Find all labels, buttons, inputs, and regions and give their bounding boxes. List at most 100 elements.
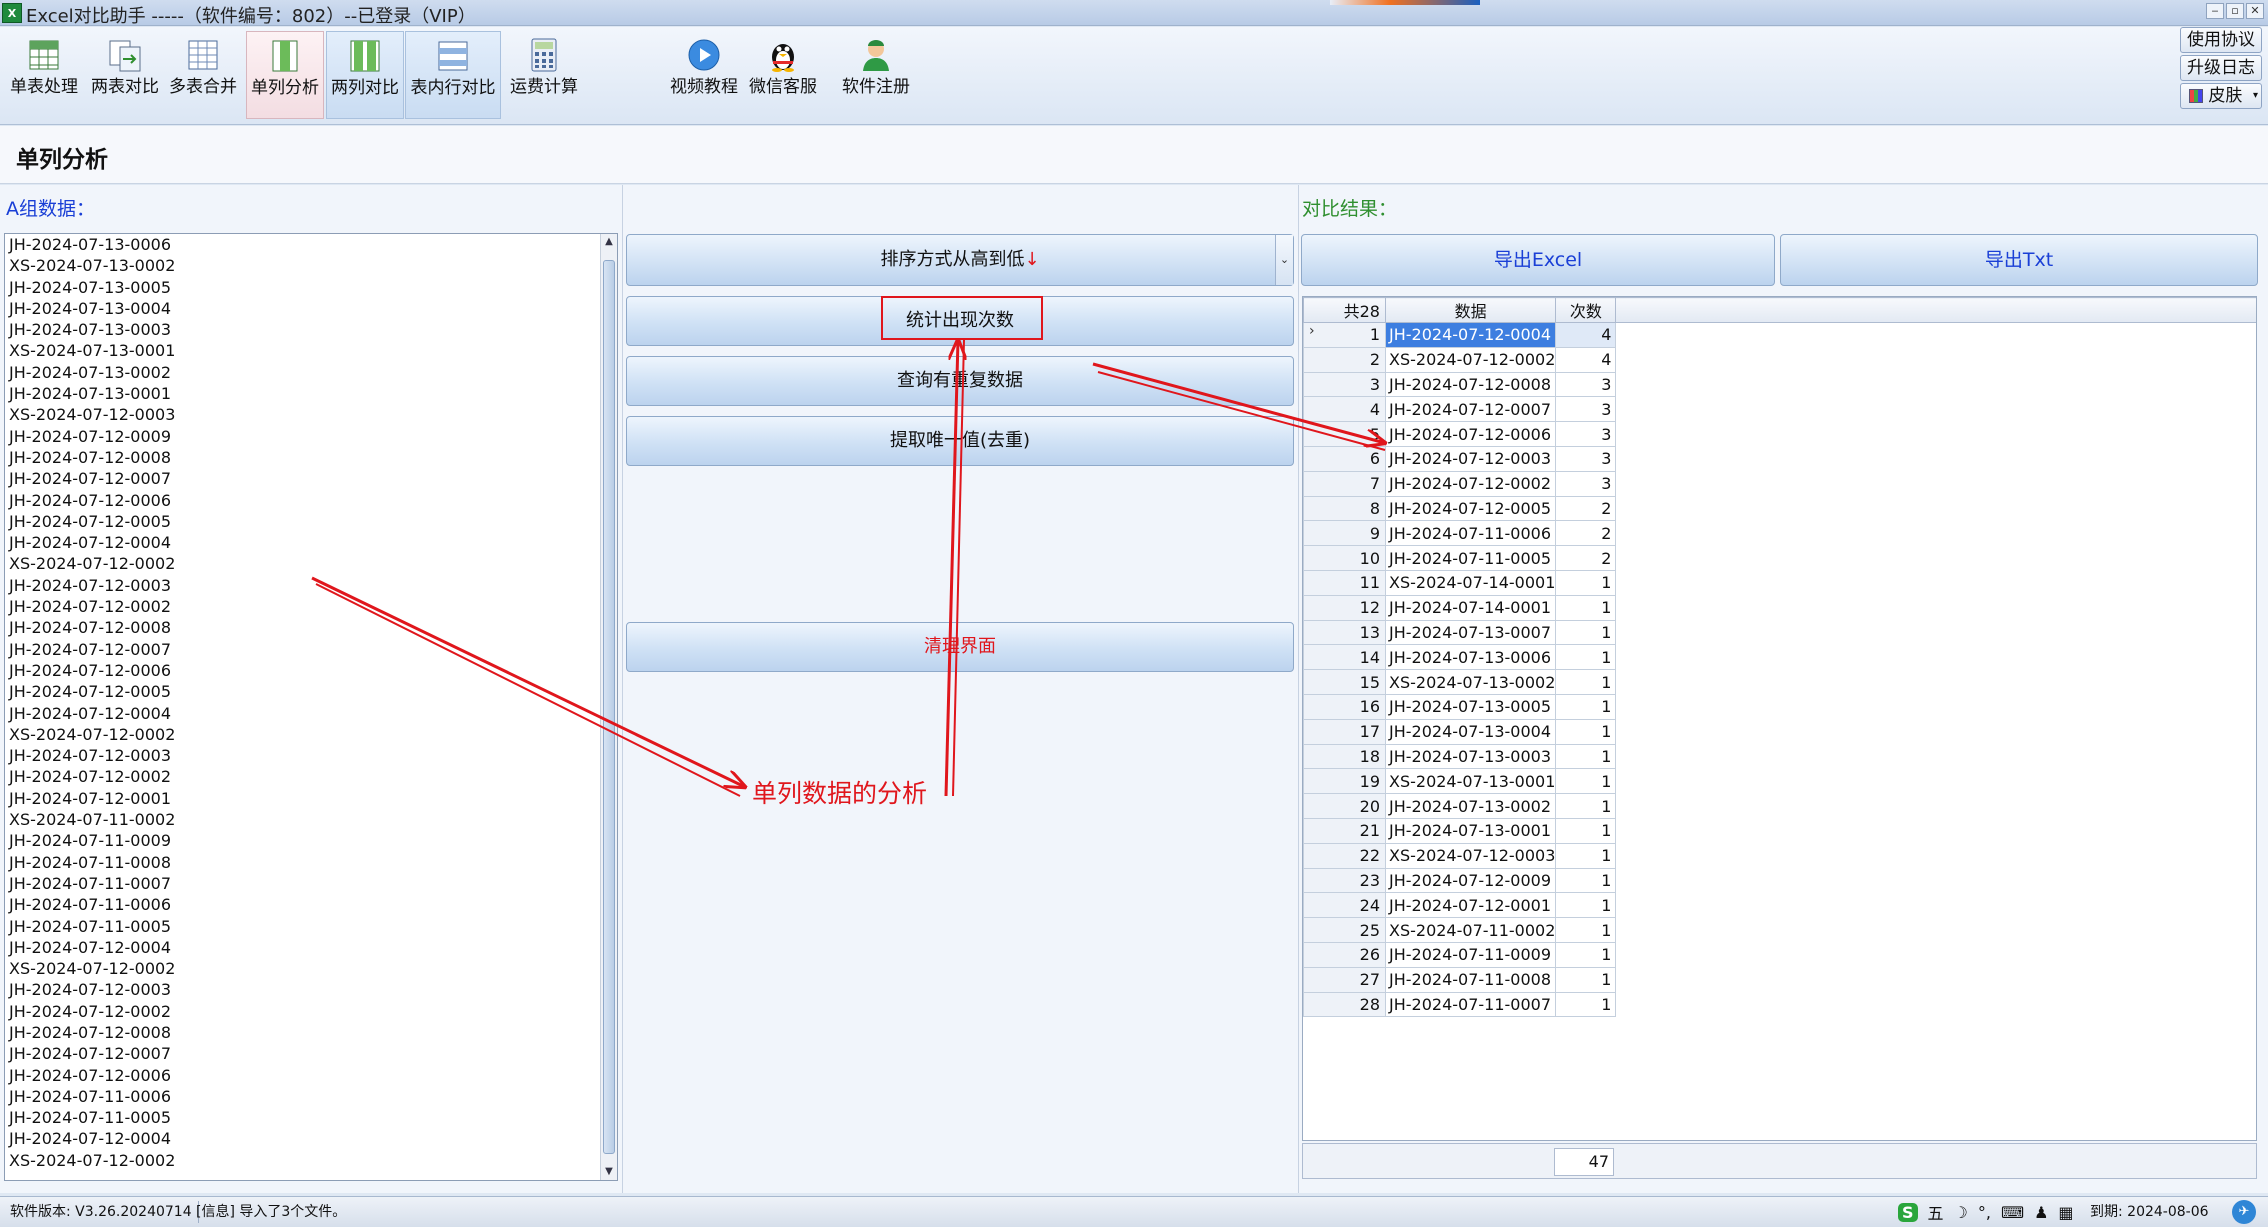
list-item[interactable]: JH-2024-07-13-0006 [5,234,617,255]
times-cell[interactable]: 1 [1555,867,1617,894]
times-cell[interactable]: 3 [1555,371,1617,398]
times-cell[interactable]: 1 [1555,768,1617,795]
list-item[interactable]: JH-2024-07-12-0004 [5,937,617,958]
times-cell[interactable]: 1 [1555,569,1617,596]
toolbar-single-column[interactable]: 单列分析 [246,31,324,119]
punctuation-icon[interactable]: °, [1978,1203,1991,1222]
data-cell[interactable]: JH-2024-07-13-0002 [1384,793,1557,819]
skin-button[interactable]: 皮肤 ▾ [2180,83,2262,109]
list-item[interactable]: JH-2024-07-12-0002 [5,596,617,617]
count-occurrences-button[interactable]: 统计出现次数 [626,296,1294,346]
row-number[interactable]: 17 [1303,718,1386,745]
data-cell[interactable]: JH-2024-07-13-0007 [1384,619,1557,646]
row-number[interactable]: 26 [1303,941,1386,968]
table-row[interactable]: 8 JH-2024-07-12-0005 2 [1303,495,2256,522]
minimize-button[interactable]: ‒ [2206,3,2224,19]
list-item[interactable]: JH-2024-07-12-0009 [5,426,617,447]
list-item[interactable]: JH-2024-07-12-0004 [5,1128,617,1149]
list-item[interactable]: JH-2024-07-12-0004 [5,532,617,553]
ime-mode[interactable]: 五 [1928,1200,1944,1224]
toolbar-software-register[interactable]: 软件注册 [836,31,916,119]
table-row[interactable]: 7 JH-2024-07-12-0002 3 [1303,470,2256,497]
row-number[interactable]: 10 [1303,545,1386,571]
toolbar-two-sheets[interactable]: 两表对比 [86,31,164,119]
data-cell[interactable]: JH-2024-07-12-0007 [1384,396,1557,423]
data-cell[interactable]: JH-2024-07-12-0004 [1384,322,1557,348]
help-icon[interactable]: ✈ [2232,1200,2256,1224]
row-number[interactable]: 25 [1303,917,1386,943]
table-row[interactable]: 14 JH-2024-07-13-0006 1 [1303,644,2256,671]
row-number[interactable]: 21 [1303,817,1386,844]
list-item[interactable]: JH-2024-07-12-0003 [5,745,617,766]
export-txt-button[interactable]: 导出Txt [1780,234,2258,286]
data-cell[interactable]: JH-2024-07-12-0001 [1384,892,1557,919]
export-excel-button[interactable]: 导出Excel [1301,234,1775,286]
data-cell[interactable]: JH-2024-07-13-0003 [1384,743,1557,770]
data-cell[interactable]: XS-2024-07-13-0001 [1384,768,1557,795]
list-item[interactable]: XS-2024-07-11-0002 [5,809,617,830]
row-number[interactable]: 18 [1303,743,1386,770]
row-number[interactable]: 5 [1303,421,1386,447]
find-duplicates-button[interactable]: 查询有重复数据 [626,356,1294,406]
row-number[interactable]: 22 [1303,842,1386,869]
data-cell[interactable]: JH-2024-07-12-0006 [1384,421,1557,447]
data-cell[interactable]: JH-2024-07-11-0007 [1384,991,1557,1018]
data-cell[interactable]: JH-2024-07-11-0006 [1384,520,1557,547]
row-number[interactable]: 12 [1303,594,1386,621]
table-row[interactable]: 9 JH-2024-07-11-0006 2 [1303,520,2256,547]
toolbar-two-columns[interactable]: 两列对比 [326,31,404,119]
times-column-header[interactable]: 次数 [1555,297,1617,323]
list-item[interactable]: JH-2024-07-11-0006 [5,1086,617,1107]
list-item[interactable]: JH-2024-07-12-0006 [5,1065,617,1086]
list-item[interactable]: JH-2024-07-12-0003 [5,979,617,1000]
table-row[interactable]: 21 JH-2024-07-13-0001 1 [1303,817,2256,844]
table-row[interactable]: 10 JH-2024-07-11-0005 2 [1303,545,2256,571]
list-item[interactable]: JH-2024-07-12-0002 [5,1001,617,1022]
table-row[interactable]: 27 JH-2024-07-11-0008 1 [1303,966,2256,993]
row-number[interactable]: › 1 [1303,322,1386,348]
table-row[interactable]: 11 XS-2024-07-14-0001 1 [1303,569,2256,596]
times-cell[interactable]: 1 [1555,941,1617,968]
times-cell[interactable]: 2 [1555,495,1617,522]
list-item[interactable]: JH-2024-07-13-0001 [5,383,617,404]
list-item[interactable]: JH-2024-07-12-0008 [5,447,617,468]
list-item[interactable]: JH-2024-07-12-0005 [5,511,617,532]
times-cell[interactable]: 4 [1555,346,1617,373]
data-cell[interactable]: JH-2024-07-12-0008 [1384,371,1557,398]
table-row[interactable]: 26 JH-2024-07-11-0009 1 [1303,941,2256,968]
times-cell[interactable]: 1 [1555,669,1617,695]
toolbar-multi-sheet[interactable]: 多表合并 [164,31,242,119]
times-cell[interactable]: 3 [1555,445,1617,472]
list-item[interactable]: JH-2024-07-12-0005 [5,681,617,702]
scroll-up-icon[interactable]: ▲ [601,234,617,250]
row-number[interactable]: 24 [1303,892,1386,919]
list-item[interactable]: JH-2024-07-11-0009 [5,830,617,851]
row-number[interactable]: 19 [1303,768,1386,795]
row-number[interactable]: 28 [1303,991,1386,1018]
data-cell[interactable]: JH-2024-07-11-0009 [1384,941,1557,968]
data-cell[interactable]: JH-2024-07-13-0004 [1384,718,1557,745]
data-cell[interactable]: JH-2024-07-13-0005 [1384,693,1557,720]
chevron-down-icon[interactable]: ⌄ [1275,235,1293,285]
ime-toolbar[interactable]: S 五 ☽ °, ⌨ ♟ ▦ [1898,1199,2074,1225]
grid-icon[interactable]: ▦ [2058,1203,2073,1222]
list-item[interactable]: JH-2024-07-13-0002 [5,362,617,383]
table-row[interactable]: 28 JH-2024-07-11-0007 1 [1303,991,2256,1018]
row-number[interactable]: 8 [1303,495,1386,522]
moon-icon[interactable]: ☽ [1954,1203,1968,1222]
maximize-button[interactable]: ▫ [2226,3,2244,19]
changelog-button[interactable]: 升级日志 [2180,55,2262,81]
row-number[interactable]: 2 [1303,346,1386,373]
scroll-down-icon[interactable]: ▼ [601,1164,617,1180]
data-cell[interactable]: JH-2024-07-11-0008 [1384,966,1557,993]
times-cell[interactable]: 1 [1555,917,1617,943]
list-item[interactable]: JH-2024-07-13-0004 [5,298,617,319]
list-item[interactable]: XS-2024-07-13-0002 [5,255,617,276]
keyboard-icon[interactable]: ⌨ [2001,1203,2024,1222]
list-item[interactable]: JH-2024-07-11-0005 [5,916,617,937]
times-cell[interactable]: 1 [1555,594,1617,621]
row-number[interactable]: 13 [1303,619,1386,646]
data-cell[interactable]: XS-2024-07-12-0003 [1384,842,1557,869]
list-item[interactable]: JH-2024-07-12-0007 [5,468,617,489]
data-cell[interactable]: JH-2024-07-12-0009 [1384,867,1557,894]
